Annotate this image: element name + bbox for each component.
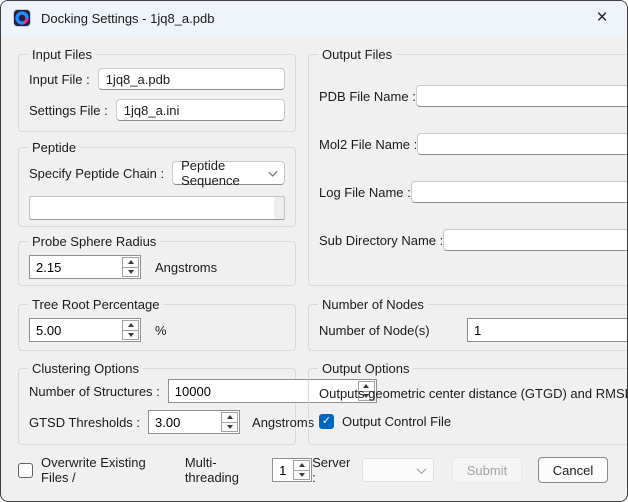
right-column: Output Files PDB File Name : Mol2 File N…: [308, 47, 628, 445]
mol2-file-name-label: Mol2 File Name :: [319, 137, 417, 152]
spin-down-icon[interactable]: [123, 330, 138, 340]
window-title: Docking Settings - 1jq8_a.pdb: [41, 11, 214, 26]
footer-bar: Overwrite Existing Files / Multi-threadi…: [1, 445, 627, 501]
probe-radius-value[interactable]: [30, 256, 121, 278]
output-control-file-label: Output Control File: [342, 414, 451, 429]
number-of-nodes-label: Number of Node(s): [319, 323, 459, 338]
left-column: Input Files Input File : Settings File :…: [18, 47, 296, 445]
spin-down-icon[interactable]: [222, 422, 237, 432]
clustering-options-legend: Clustering Options: [28, 361, 143, 376]
close-icon[interactable]: ×: [585, 3, 619, 33]
sub-directory-name-field[interactable]: [443, 229, 628, 251]
docking-settings-dialog: Docking Settings - 1jq8_a.pdb × Input Fi…: [0, 0, 628, 502]
probe-sphere-radius-group: Probe Sphere Radius Angstroms: [18, 234, 296, 286]
cancel-button[interactable]: Cancel: [538, 457, 608, 483]
server-select[interactable]: [362, 458, 434, 482]
tree-root-percentage-legend: Tree Root Percentage: [28, 297, 163, 312]
dialog-content: Input Files Input File : Settings File :…: [1, 35, 627, 445]
tree-root-percentage-group: Tree Root Percentage %: [18, 297, 296, 351]
output-files-legend: Output Files: [318, 47, 396, 62]
output-options-legend: Output Options: [318, 361, 413, 376]
overwrite-existing-files-label: Overwrite Existing Files /: [41, 455, 173, 485]
input-files-group: Input Files Input File : Settings File :: [18, 47, 296, 132]
peptide-chain-selected-value: Peptide Sequence: [181, 158, 270, 188]
output-files-group: Output Files PDB File Name : Mol2 File N…: [308, 47, 628, 286]
tree-root-value[interactable]: [30, 319, 121, 341]
sub-directory-name-label: Sub Directory Name :: [319, 233, 443, 248]
tree-root-stepper[interactable]: [29, 318, 141, 342]
submit-button[interactable]: Submit: [452, 457, 522, 483]
gtsd-thresholds-stepper[interactable]: [148, 410, 240, 434]
pdb-file-name-label: PDB File Name :: [319, 89, 416, 104]
multi-threading-label: Multi-threading: [185, 455, 264, 485]
server-label: Server :: [312, 455, 354, 485]
spin-up-icon[interactable]: [123, 258, 138, 267]
probe-radius-unit: Angstroms: [155, 260, 217, 275]
log-file-name-field[interactable]: [411, 181, 628, 203]
gtsd-thresholds-unit: Angstroms: [252, 415, 314, 430]
peptide-legend: Peptide: [28, 140, 80, 155]
multi-threading-value[interactable]: [273, 459, 292, 481]
multi-threading-stepper[interactable]: [272, 458, 312, 482]
number-of-structures-label: Number of Structures :: [29, 384, 160, 399]
number-of-nodes-group: Number of Nodes Number of Node(s): [308, 297, 628, 351]
spin-up-icon[interactable]: [222, 413, 237, 422]
mol2-file-name-field[interactable]: [417, 133, 628, 155]
input-file-label: Input File :: [29, 72, 90, 87]
output-options-group: Output Options Outputs geometric center …: [308, 361, 628, 445]
input-file-field[interactable]: [98, 68, 285, 90]
number-of-nodes-value[interactable]: [468, 319, 628, 341]
settings-file-field[interactable]: [116, 99, 285, 121]
output-control-file-checkbox[interactable]: [319, 414, 334, 429]
peptide-chain-label: Specify Peptide Chain :: [29, 166, 164, 181]
input-files-legend: Input Files: [28, 47, 96, 62]
pdb-file-name-field[interactable]: [416, 85, 628, 107]
title-bar: Docking Settings - 1jq8_a.pdb ×: [1, 1, 627, 35]
peptide-sequence-field[interactable]: [29, 196, 285, 220]
probe-radius-stepper[interactable]: [29, 255, 141, 279]
log-file-name-label: Log File Name :: [319, 185, 411, 200]
tree-root-unit: %: [155, 323, 167, 338]
number-of-nodes-legend: Number of Nodes: [318, 297, 428, 312]
settings-file-label: Settings File :: [29, 103, 108, 118]
spin-down-icon[interactable]: [123, 267, 138, 277]
peptide-group: Peptide Specify Peptide Chain : Peptide …: [18, 140, 296, 227]
chevron-down-icon: [417, 464, 427, 474]
spin-down-icon[interactable]: [294, 470, 309, 480]
spin-up-icon[interactable]: [294, 461, 309, 470]
number-of-nodes-stepper[interactable]: [467, 318, 628, 342]
app-logo-icon: [13, 9, 31, 27]
peptide-chain-select[interactable]: Peptide Sequence: [172, 161, 285, 185]
gtsd-thresholds-value[interactable]: [149, 411, 220, 433]
spin-up-icon[interactable]: [123, 321, 138, 330]
probe-sphere-radius-legend: Probe Sphere Radius: [28, 234, 160, 249]
gtsd-thresholds-label: GTSD Thresholds :: [29, 415, 140, 430]
clustering-options-group: Clustering Options Number of Structures …: [18, 361, 296, 445]
gtgd-rmsd-info-text: Outputs geometric center distance (GTGD)…: [319, 386, 628, 401]
overwrite-existing-files-checkbox[interactable]: [18, 463, 33, 478]
